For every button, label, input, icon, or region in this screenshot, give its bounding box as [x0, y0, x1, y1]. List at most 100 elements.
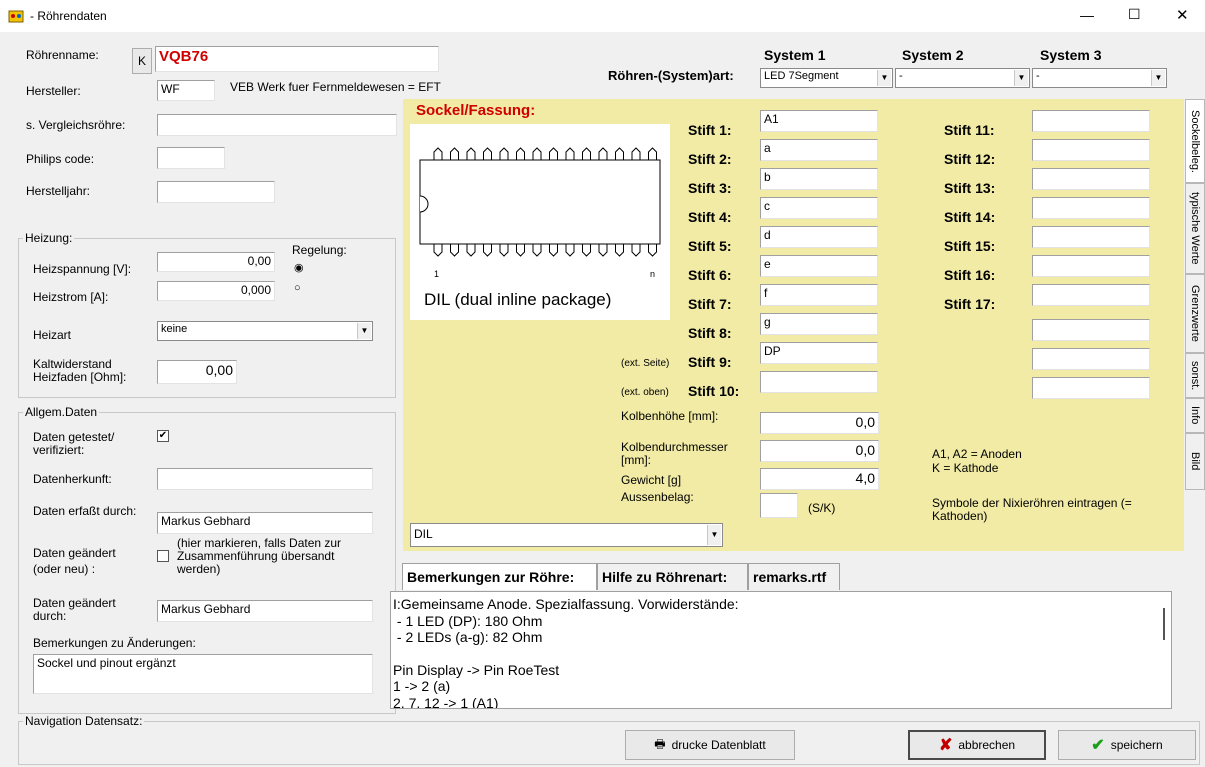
remarks-line: I:Gemeinsame Anode. Spezialfassung. Vorw… [393, 596, 739, 612]
philips-input[interactable] [157, 147, 225, 169]
tab-2[interactable]: remarks.rtf [748, 563, 840, 590]
regelung-radio-2[interactable]: ○ [294, 282, 301, 294]
system3-select[interactable]: - ▼ [1032, 68, 1167, 88]
stift-extra-input-2[interactable] [1032, 348, 1150, 370]
dil-caption: DIL (dual inline package) [424, 290, 612, 309]
note-nixie: Symbole der Nixieröhren eintragen (= Kat… [932, 496, 1132, 523]
hersteller-input[interactable]: WF [157, 80, 215, 101]
pin1-label: 1 [434, 269, 440, 279]
stift-input[interactable] [1032, 284, 1150, 306]
herstelljahr-input[interactable] [157, 181, 275, 203]
stift-label: Stift 8: [688, 325, 732, 341]
erfasst-input[interactable]: Markus Gebhard [157, 512, 373, 534]
sidetab-3[interactable]: sonst. [1185, 353, 1205, 398]
heizart-select[interactable]: keine ▼ [157, 321, 373, 341]
stift-input[interactable]: b [760, 168, 878, 190]
ext-oben-label: (ext. oben) [621, 387, 669, 398]
stift-input[interactable]: DP [760, 342, 878, 364]
stift-input[interactable]: c [760, 197, 878, 219]
sidetab-2[interactable]: Grenzwerte [1185, 274, 1205, 353]
remarks-line: - 2 LEDs (a-g): 82 Ohm [393, 629, 543, 645]
tab-0[interactable]: Bemerkungen zur Röhre: [402, 563, 597, 590]
geaendert-label: Daten geändert (oder neu) : [33, 546, 116, 576]
sockel-select[interactable]: DIL ▼ [410, 523, 723, 547]
stift-label: Stift 10: [688, 383, 740, 399]
sidetab-5[interactable]: Bild [1185, 433, 1205, 490]
maximize-button[interactable]: ☐ [1128, 6, 1141, 23]
geaendert-durch-input[interactable]: Markus Gebhard [157, 600, 373, 622]
vergleich-input[interactable] [157, 114, 397, 136]
chevron-down-icon: ▼ [1151, 70, 1165, 86]
minimize-button[interactable]: — [1080, 7, 1094, 23]
roehrenname-input[interactable]: VQB76 [155, 46, 439, 72]
stift-input[interactable]: d [760, 226, 878, 248]
pinn-label: n [650, 269, 656, 279]
sidetab-1[interactable]: typische Werte [1185, 183, 1205, 274]
stift-input[interactable]: a [760, 139, 878, 161]
chevron-down-icon: ▼ [1014, 70, 1028, 86]
hersteller-desc: VEB Werk fuer Fernmeldewesen = EFT [230, 80, 441, 94]
sockel-select-value: DIL [414, 527, 433, 541]
getestet-checkbox[interactable]: ✔ [157, 430, 169, 442]
stift-input[interactable] [1032, 139, 1150, 161]
remarks-box[interactable]: I:Gemeinsame Anode. Spezialfassung. Vorw… [390, 591, 1172, 709]
gewicht-input[interactable]: 4,0 [760, 468, 879, 490]
tab-1[interactable]: Hilfe zu Röhrenart: [597, 563, 748, 590]
close-button[interactable]: ✕ [1176, 6, 1189, 24]
bemerkungen-aenderungen-input[interactable]: Sockel und pinout ergänzt [33, 654, 373, 694]
heizstrom-input[interactable]: 0,000 [157, 281, 275, 301]
stift-input[interactable] [1032, 168, 1150, 190]
stift-extra-input-3[interactable] [1032, 377, 1150, 399]
dil-pin-bottom [433, 244, 443, 257]
dil-pin-bottom [631, 244, 641, 257]
cancel-button[interactable]: ✘ abbrechen [908, 730, 1046, 760]
k-button[interactable]: K [132, 48, 152, 74]
stift-label: Stift 5: [688, 238, 732, 254]
herkunft-input[interactable] [157, 468, 373, 490]
dil-pin-bottom [499, 244, 509, 257]
bemerkungen-aenderungen-label: Bemerkungen zu Änderungen: [33, 636, 196, 650]
stift-input[interactable] [760, 371, 878, 393]
erfasst-label: Daten erfaßt durch: [33, 504, 137, 518]
dil-pin-bottom [598, 244, 608, 257]
kolbendm-input[interactable]: 0,0 [760, 440, 879, 462]
aussenbelag-input[interactable] [760, 493, 798, 518]
stift-input[interactable]: g [760, 313, 878, 335]
chevron-down-icon: ▼ [707, 525, 721, 545]
system1-select[interactable]: LED 7Segment ▼ [760, 68, 893, 88]
save-button[interactable]: ✔ speichern [1058, 730, 1196, 760]
regelung-radio-1[interactable]: ◉ [294, 261, 304, 274]
sidetab-0[interactable]: Sockelbeleg. [1185, 99, 1205, 183]
stift-input[interactable]: e [760, 255, 878, 277]
stift-input[interactable] [1032, 197, 1150, 219]
stift-input[interactable] [1032, 226, 1150, 248]
dil-pin-bottom [549, 244, 558, 257]
chevron-down-icon: ▼ [357, 323, 371, 339]
print-button-label: drucke Datenblatt [671, 738, 766, 752]
sk-label: (S/K) [808, 501, 836, 515]
stift-input[interactable] [1032, 255, 1150, 277]
stift-label: Stift 12: [944, 151, 996, 167]
geaendert-checkbox[interactable] [157, 550, 169, 562]
printer-icon: 🖶 [654, 736, 666, 751]
heizspannung-input[interactable]: 0,00 [157, 252, 275, 272]
stift-label: Stift 7: [688, 296, 732, 312]
print-button[interactable]: 🖶 drucke Datenblatt [625, 730, 795, 760]
remarks-scrollbar[interactable] [1163, 608, 1165, 640]
dil-diagram: 1 n DIL (dual inline package) [410, 124, 670, 320]
philips-label: Philips code: [26, 152, 95, 166]
geaendert-hint: (hier markieren, falls Daten zur Zusamme… [177, 536, 342, 576]
dil-pin-top [598, 147, 608, 160]
sockel-title: Sockel/Fassung: [416, 102, 536, 119]
stift-label: Stift 2: [688, 151, 732, 167]
sidetab-4[interactable]: Info [1185, 398, 1205, 433]
dil-pin-top [516, 147, 525, 160]
kaltwiderstand-input[interactable]: 0,00 [157, 360, 237, 384]
stift-extra-input-1[interactable] [1032, 319, 1150, 341]
stift-input[interactable]: f [760, 284, 878, 306]
stift-input[interactable]: A1 [760, 110, 878, 132]
system2-select[interactable]: - ▼ [895, 68, 1030, 88]
kolbenhoehe-input[interactable]: 0,0 [760, 412, 879, 434]
kaltwiderstand-label: Kaltwiderstand Heizfaden [Ohm]: [33, 357, 127, 384]
stift-input[interactable] [1032, 110, 1150, 132]
